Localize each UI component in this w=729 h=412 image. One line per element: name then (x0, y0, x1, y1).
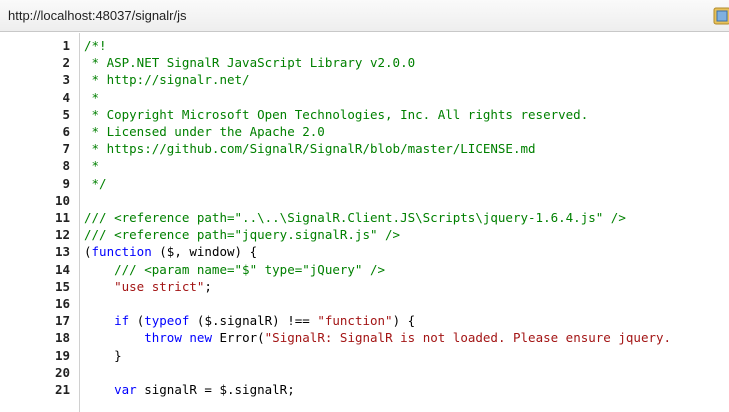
line-number: 19 (54, 347, 70, 363)
line-code: * Copyright Microsoft Open Technologies,… (84, 106, 589, 123)
code-token: * https://github.com/SignalR/SignalR/blo… (84, 141, 536, 157)
line-number: 18 (54, 330, 70, 346)
code-token: Error( (211, 330, 265, 346)
code-token: ($, window) { (151, 244, 258, 260)
line-number: 16 (54, 296, 70, 311)
line-code: /// <reference path="..\..\SignalR.Clien… (84, 209, 626, 226)
line-number: 2 (62, 55, 70, 71)
line-code: * ASP.NET SignalR JavaScript Library v2.… (84, 54, 416, 71)
line-number: 3 (62, 72, 70, 88)
code-token: * Licensed under the Apache 2.0 (84, 124, 325, 139)
code-token: * (84, 158, 100, 174)
code-token: * http://signalr.net/ (84, 72, 250, 88)
line-code: throw new Error("SignalR: SignalR is not… (84, 329, 671, 346)
page-icon[interactable] (712, 6, 729, 26)
line-code: /// <reference path="jquery.signalR.js" … (84, 226, 400, 243)
line-number: 8 (62, 158, 70, 174)
line-number: 14 (54, 261, 70, 277)
line-code: /// <param name="$" type="jQuery" /> (84, 261, 385, 278)
line-number: 13 (54, 244, 70, 260)
line-code: * (84, 89, 100, 106)
line-number: 1 (62, 38, 70, 53)
code-token: /// <reference path="..\..\SignalR.Clien… (84, 210, 626, 225)
line-number: 4 (62, 89, 70, 105)
line-number: 11 (54, 210, 70, 225)
line-number: 7 (62, 141, 70, 157)
line-code: "use strict"; (84, 278, 212, 295)
line-code: * (84, 157, 100, 174)
line-number: 12 (54, 227, 70, 243)
code-token: * Copyright Microsoft Open Technologies,… (84, 106, 589, 122)
code-token: typeof (144, 313, 190, 329)
code-token: */ (84, 175, 107, 191)
code-token: } (84, 347, 122, 363)
line-code: if (typeof ($.signalR) !== "function") { (84, 312, 415, 329)
line-code: * http://signalr.net/ (84, 71, 250, 88)
code-token: /*! (84, 38, 107, 53)
code-token: signalR = $.signalR; (136, 382, 295, 397)
code-token: "function" (317, 313, 393, 329)
line-number: 5 (62, 106, 70, 122)
code-token: "use strict" (84, 278, 205, 294)
code-token: * (84, 89, 100, 105)
code-token: "SignalR: SignalR is not loaded. Please … (264, 330, 672, 346)
code-token: ; (204, 278, 212, 294)
code-token: /// <reference path="jquery.signalR.js" … (84, 227, 401, 243)
code-viewer[interactable]: 1 /*! 2 * ASP.NET SignalR JavaScript Libra… (0, 33, 729, 412)
code-token: if (114, 313, 130, 329)
line-code: var signalR = $.signalR; (84, 381, 295, 398)
code-token: ( (84, 244, 92, 260)
address-bar: http://localhost:48037/signalr/js (0, 0, 729, 32)
line-number: 9 (62, 175, 70, 191)
line-number: 6 (62, 124, 70, 139)
code-token: new (189, 330, 212, 346)
line-number: 21 (54, 382, 70, 397)
line-code: (function ($, window) { (84, 243, 257, 260)
code-token: throw (144, 330, 182, 346)
line-code: * Licensed under the Apache 2.0 (84, 123, 325, 140)
line-code: * https://github.com/SignalR/SignalR/blo… (84, 140, 536, 157)
line-code: /*! (84, 37, 107, 54)
line-number: 15 (54, 278, 70, 294)
code-token: /// <param name="$" type="jQuery" /> (84, 261, 386, 277)
code-token: * ASP.NET SignalR JavaScript Library v2.… (84, 55, 416, 71)
address-url[interactable]: http://localhost:48037/signalr/js (8, 8, 187, 23)
line-number: 20 (54, 364, 70, 380)
line-code: } (84, 347, 122, 364)
code-token: var (114, 382, 137, 397)
code-token: ($.signalR) !== (189, 313, 318, 329)
line-code: */ (84, 175, 107, 192)
code-token: function (91, 244, 152, 260)
code-token: ) { (392, 313, 416, 329)
code-token: ( (129, 313, 145, 329)
line-number: 10 (54, 192, 70, 208)
line-number: 17 (54, 313, 70, 329)
